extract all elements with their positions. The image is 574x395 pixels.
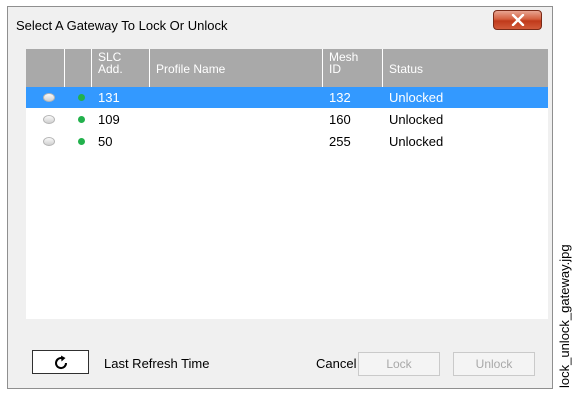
gateway-grid: SLC Add. Profile Name Mesh ID Status 131… [26, 49, 548, 319]
header-status[interactable]: Status [383, 49, 548, 87]
cell-mesh-id: 160 [329, 112, 351, 127]
cancel-button[interactable]: Cancel [316, 356, 356, 371]
last-refresh-time-label: Last Refresh Time [104, 356, 210, 371]
table-row[interactable]: 131 132 Unlocked [26, 87, 548, 108]
title-bar: Select A Gateway To Lock Or Unlock [8, 7, 552, 39]
row-select-radio[interactable] [43, 137, 55, 146]
header-indicator [65, 49, 92, 87]
cell-slc-add: 109 [98, 112, 120, 127]
header-status-label: Status [389, 62, 424, 76]
dialog-title: Select A Gateway To Lock Or Unlock [16, 18, 228, 33]
header-select [26, 49, 65, 87]
header-slc-add-label-line2: Add. [98, 62, 123, 76]
cell-status: Unlocked [389, 90, 444, 105]
grid-header: SLC Add. Profile Name Mesh ID Status [26, 49, 548, 87]
filename-watermark: lock_unlock_gateway.jpg [557, 244, 572, 388]
cell-slc-add: 131 [98, 90, 120, 105]
row-select-radio[interactable] [43, 115, 55, 124]
cell-status: Unlocked [389, 112, 444, 127]
row-select-radio[interactable] [43, 93, 55, 102]
table-row[interactable]: 50 255 Unlocked [26, 131, 548, 152]
header-slc-add[interactable]: SLC Add. [92, 49, 150, 87]
refresh-icon [55, 355, 68, 370]
online-status-dot-icon [78, 94, 85, 101]
cell-mesh-id: 255 [329, 134, 351, 149]
header-profile-name-label: Profile Name [156, 62, 226, 76]
table-row[interactable]: 109 160 Unlocked [26, 109, 548, 130]
close-x-icon [511, 14, 525, 26]
page: Select A Gateway To Lock Or Unlock SLC A… [0, 0, 574, 395]
refresh-button[interactable] [32, 350, 89, 374]
close-button[interactable] [493, 10, 542, 30]
cell-mesh-id: 132 [329, 90, 351, 105]
unlock-button[interactable]: Unlock [453, 352, 535, 376]
lock-button[interactable]: Lock [358, 352, 440, 376]
online-status-dot-icon [78, 116, 85, 123]
header-profile-name[interactable]: Profile Name [150, 49, 323, 87]
cell-slc-add: 50 [98, 134, 113, 149]
cell-status: Unlocked [389, 134, 444, 149]
gateway-lock-dialog: Select A Gateway To Lock Or Unlock SLC A… [7, 6, 553, 389]
online-status-dot-icon [78, 138, 85, 145]
header-mesh-id-label-line2: ID [329, 62, 341, 76]
header-mesh-id[interactable]: Mesh ID [323, 49, 383, 87]
